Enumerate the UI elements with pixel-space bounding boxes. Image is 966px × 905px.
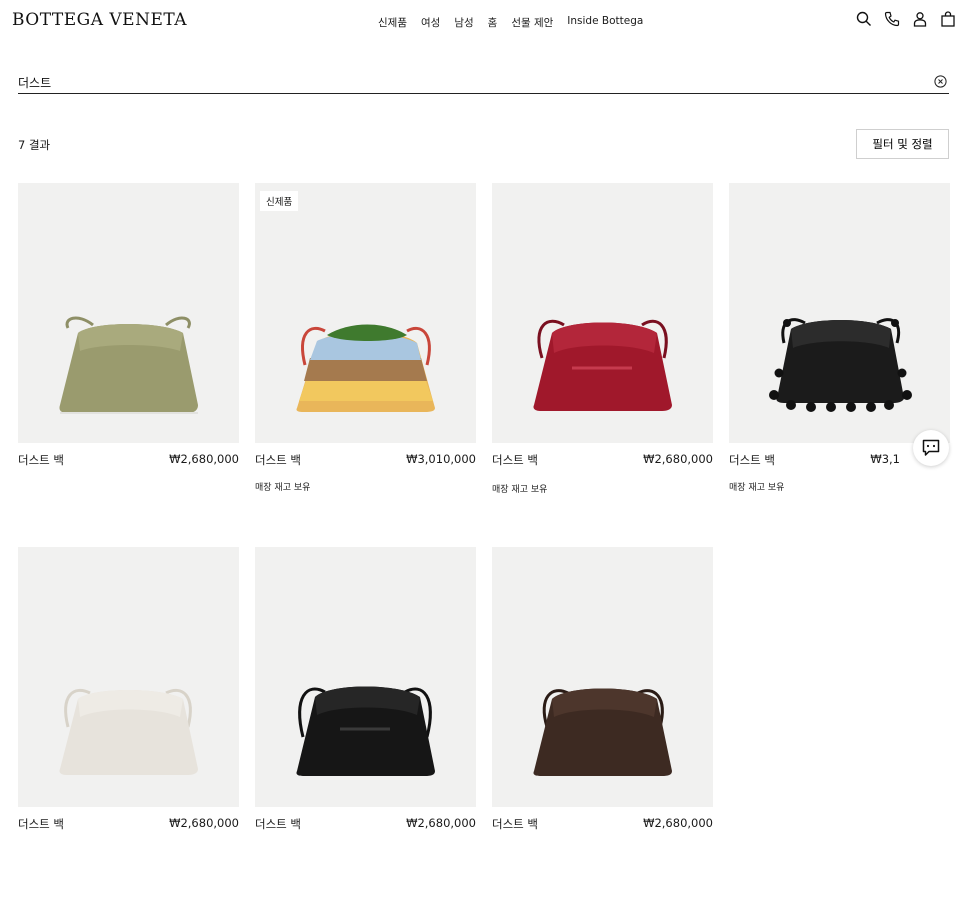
store-stock-label: 매장 재고 보유 [492, 485, 548, 495]
bag-illustration [533, 319, 672, 411]
nav-item-gifts[interactable]: 선물 제안 [511, 15, 553, 30]
product-image[interactable] [492, 547, 713, 807]
product-info: 더스트 백 ₩2,680,000 [492, 452, 713, 468]
product-name[interactable]: 더스트 백 [18, 452, 64, 468]
search-icon[interactable] [856, 11, 872, 27]
clear-search-icon[interactable] [934, 75, 947, 88]
product-name[interactable]: 더스트 백 [255, 816, 301, 832]
product-card[interactable]: 더스트 백 ₩2,680,000 [492, 547, 713, 832]
nav-item-new[interactable]: 신제품 [378, 15, 407, 30]
search-input[interactable] [18, 73, 898, 92]
product-name[interactable]: 더스트 백 [18, 816, 64, 832]
bag-illustration [769, 318, 912, 412]
product-info: 더스트 백 ₩2,680,000 [18, 816, 239, 832]
product-price: ₩3,010,000 [406, 452, 476, 466]
store-stock-label: 매장 재고 보유 [729, 483, 785, 493]
product-card[interactable]: 더스트 백 ₩2,680,000 [18, 183, 239, 468]
bag-illustration [59, 688, 198, 775]
product-info: 더스트 백 ₩2,680,000 [18, 452, 239, 468]
product-image[interactable] [255, 547, 476, 807]
header-icons [856, 11, 956, 27]
brand-logo[interactable]: BOTTEGA VENETA [12, 10, 187, 30]
store-stock-label: 매장 재고 보유 [255, 483, 311, 493]
product-info: 더스트 백 ₩2,680,000 [492, 816, 713, 832]
nav-item-inside-bottega[interactable]: Inside Bottega [567, 15, 643, 30]
bag-illustration [59, 316, 199, 414]
results-count: 7 결과 [18, 138, 51, 152]
search-bar [18, 72, 949, 94]
product-image[interactable] [729, 183, 950, 443]
bag-illustration [296, 686, 435, 776]
main-nav: 신제품 여성 남성 홈 선물 제안 Inside Bottega [378, 15, 643, 30]
product-image[interactable]: 신제품 [255, 183, 476, 443]
product-image[interactable] [18, 547, 239, 807]
product-card[interactable]: 더스트 백 ₩2,680,000 [255, 547, 476, 832]
shopping-bag-icon[interactable] [940, 11, 956, 27]
bag-illustration [533, 688, 672, 776]
nav-item-women[interactable]: 여성 [421, 15, 440, 30]
chat-button[interactable] [913, 430, 949, 466]
product-card[interactable]: 신제품 더스트 백 ₩3,010,000 매장 재고 보유 [255, 183, 476, 493]
account-icon[interactable] [912, 11, 928, 27]
new-badge: 신제품 [260, 191, 299, 211]
product-price: ₩2,680,000 [643, 816, 713, 830]
product-image[interactable] [492, 183, 713, 443]
product-price: ₩2,680,000 [406, 816, 476, 830]
site-header: BOTTEGA VENETA 신제품 여성 남성 홈 선물 제안 Inside … [0, 0, 966, 44]
chat-icon [922, 439, 940, 456]
product-price: ₩2,680,000 [643, 452, 713, 466]
product-info: 더스트 백 ₩3,010,000 [255, 452, 476, 468]
product-card[interactable]: 더스트 백 ₩2,680,000 매장 재고 보유 [492, 183, 713, 495]
nav-item-men[interactable]: 남성 [454, 15, 473, 30]
product-price: ₩2,680,000 [169, 816, 239, 830]
product-image[interactable] [18, 183, 239, 443]
product-card[interactable]: 더스트 백 ₩2,680,000 [18, 547, 239, 832]
product-price: ₩2,680,000 [169, 452, 239, 466]
filter-sort-button[interactable]: 필터 및 정렬 [856, 129, 949, 159]
product-name[interactable]: 더스트 백 [729, 452, 775, 468]
nav-item-home[interactable]: 홈 [488, 15, 498, 30]
product-name[interactable]: 더스트 백 [492, 452, 538, 468]
bag-illustration [296, 324, 435, 412]
phone-icon[interactable] [884, 11, 900, 27]
product-name[interactable]: 더스트 백 [255, 452, 301, 468]
product-name[interactable]: 더스트 백 [492, 816, 538, 832]
product-info: 더스트 백 ₩2,680,000 [255, 816, 476, 832]
